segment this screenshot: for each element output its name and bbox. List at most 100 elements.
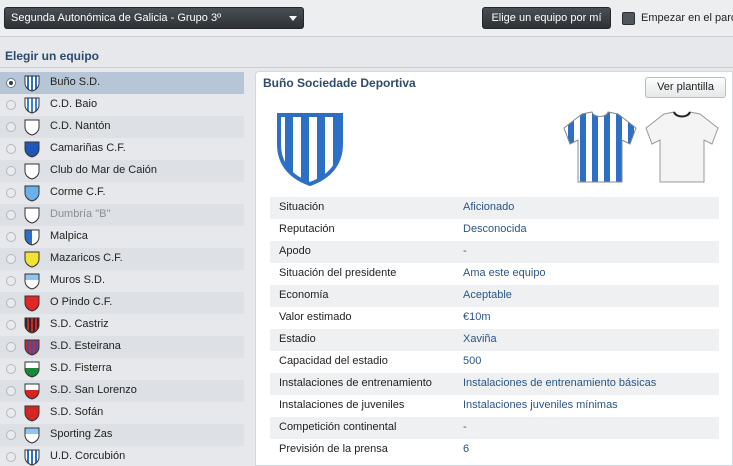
info-row: Situación del presidente Ama este equipo <box>270 263 719 285</box>
info-row: Reputación Desconocida <box>270 219 719 241</box>
team-radio-button[interactable] <box>6 430 16 440</box>
info-value: Ama este equipo <box>463 267 546 279</box>
team-crest-icon <box>24 229 40 246</box>
team-name: Mazaricos C.F. <box>50 252 123 264</box>
section-title: Elegir un equipo <box>5 49 100 63</box>
team-crest-icon <box>24 207 40 224</box>
info-value: Aceptable <box>463 289 512 301</box>
team-list-item[interactable]: Dumbría "B" <box>0 204 244 226</box>
team-radio-button[interactable] <box>6 320 16 330</box>
team-radio-button[interactable] <box>6 188 16 198</box>
info-label: Instalaciones de entrenamiento <box>279 377 432 389</box>
team-list-item[interactable]: S.D. Sofán <box>0 402 244 424</box>
team-radio-button[interactable] <box>6 232 16 242</box>
info-value: 6 <box>463 443 470 455</box>
team-radio-button[interactable] <box>6 342 16 352</box>
info-label: Apodo <box>279 245 311 257</box>
info-row: Estadio Xaviña <box>270 329 719 351</box>
chevron-down-icon <box>289 16 297 21</box>
info-value: Desconocida <box>463 223 527 235</box>
team-crest-icon <box>24 273 40 290</box>
team-radio-button[interactable] <box>6 276 16 286</box>
team-name: U.D. Corcubión <box>50 450 126 462</box>
team-radio-button[interactable] <box>6 144 16 154</box>
team-list-item[interactable]: Mazaricos C.F. <box>0 248 244 270</box>
team-radio-button[interactable] <box>6 298 16 308</box>
info-label: Competición continental <box>279 421 397 433</box>
team-crest-icon <box>24 405 40 422</box>
team-name: C.D. Nantón <box>50 120 111 132</box>
info-value: 500 <box>463 355 482 367</box>
team-radio-button[interactable] <box>6 210 16 220</box>
team-crest-icon <box>24 75 40 92</box>
start-in-unemployed-checkbox[interactable] <box>622 12 635 25</box>
team-crest-icon <box>24 317 40 334</box>
team-name: Buño S.D. <box>50 76 101 88</box>
team-crest-icon <box>277 113 343 186</box>
team-list-item[interactable]: Muros S.D. <box>0 270 244 292</box>
team-crest-icon <box>24 141 40 158</box>
team-detail-panel: Buño Sociedade Deportiva Ver plantilla S… <box>255 71 733 466</box>
team-crest-icon <box>24 383 40 400</box>
team-name: Camariñas C.F. <box>50 142 126 154</box>
away-kit-icon <box>645 111 719 183</box>
top-toolbar: Segunda Autonómica de Galicia - Grupo 3º… <box>0 0 733 37</box>
team-radio-button[interactable] <box>6 408 16 418</box>
team-list-item[interactable]: O Pindo C.F. <box>0 292 244 314</box>
info-value: Aficionado <box>463 201 515 213</box>
team-list-item[interactable]: Corme C.F. <box>0 182 244 204</box>
info-row: Instalaciones de juveniles Instalaciones … <box>270 395 719 417</box>
info-row: Valor estimado €10m <box>270 307 719 329</box>
team-radio-button[interactable] <box>6 122 16 132</box>
league-dropdown[interactable]: Segunda Autonómica de Galicia - Grupo 3º <box>4 7 304 29</box>
team-name: Muros S.D. <box>50 274 106 286</box>
team-list-item[interactable]: Sporting Zas <box>0 424 244 446</box>
team-name: S.D. Esteirana <box>50 340 121 352</box>
info-row: Economía Aceptable <box>270 285 719 307</box>
team-crest-icon <box>24 339 40 356</box>
start-checkbox-label: Empezar en el parc <box>641 12 733 24</box>
team-crest-icon <box>24 251 40 268</box>
league-dropdown-label: Segunda Autonómica de Galicia - Grupo 3º <box>11 12 222 24</box>
team-list-item[interactable]: Camariñas C.F. <box>0 138 244 160</box>
team-name: Malpica <box>50 230 88 242</box>
team-list-item[interactable]: S.D. San Lorenzo <box>0 380 244 402</box>
info-value: €10m <box>463 311 491 323</box>
team-list-item[interactable]: S.D. Fisterra <box>0 358 244 380</box>
info-label: Situación <box>279 201 325 213</box>
view-squad-button[interactable]: Ver plantilla <box>645 77 726 98</box>
team-radio-button[interactable] <box>6 386 16 396</box>
team-radio-button[interactable] <box>6 364 16 374</box>
team-list: Buño S.D. C.D. Baio C.D. Nantón Camariñas C… <box>0 72 244 466</box>
info-label: Instalaciones de juveniles <box>279 399 405 411</box>
team-list-item[interactable]: Buño S.D. <box>0 72 244 94</box>
team-name: Club do Mar de Caión <box>50 164 158 176</box>
team-list-item[interactable]: U.D. Corcubión <box>0 446 244 466</box>
info-row: Apodo - <box>270 241 719 263</box>
team-list-item[interactable]: S.D. Castriz <box>0 314 244 336</box>
home-kit-icon <box>563 111 637 183</box>
team-list-item[interactable]: Club do Mar de Caión <box>0 160 244 182</box>
team-list-item[interactable]: S.D. Esteirana <box>0 336 244 358</box>
team-list-item[interactable]: Malpica <box>0 226 244 248</box>
team-crest-icon <box>24 361 40 378</box>
team-full-name: Buño Sociedade Deportiva <box>263 76 416 90</box>
team-radio-button[interactable] <box>6 100 16 110</box>
team-name: S.D. Fisterra <box>50 362 112 374</box>
info-label: Previsión de la prensa <box>279 443 388 455</box>
info-value: Instalaciones de entrenamiento básicas <box>463 377 657 389</box>
team-list-item[interactable]: C.D. Nantón <box>0 116 244 138</box>
team-crest-icon <box>24 185 40 202</box>
divider <box>0 67 733 68</box>
team-list-item[interactable]: C.D. Baio <box>0 94 244 116</box>
pick-team-for-me-button[interactable]: Elige un equipo por mí <box>482 7 611 29</box>
team-radio-button[interactable] <box>6 452 16 462</box>
team-crest-icon <box>24 97 40 114</box>
info-label: Reputación <box>279 223 335 235</box>
team-name: S.D. San Lorenzo <box>50 384 137 396</box>
team-radio-button[interactable] <box>6 254 16 264</box>
info-row: Competición continental - <box>270 417 719 439</box>
info-value: Xaviña <box>463 333 497 345</box>
team-radio-button[interactable] <box>6 166 16 176</box>
team-radio-button[interactable] <box>6 78 16 88</box>
